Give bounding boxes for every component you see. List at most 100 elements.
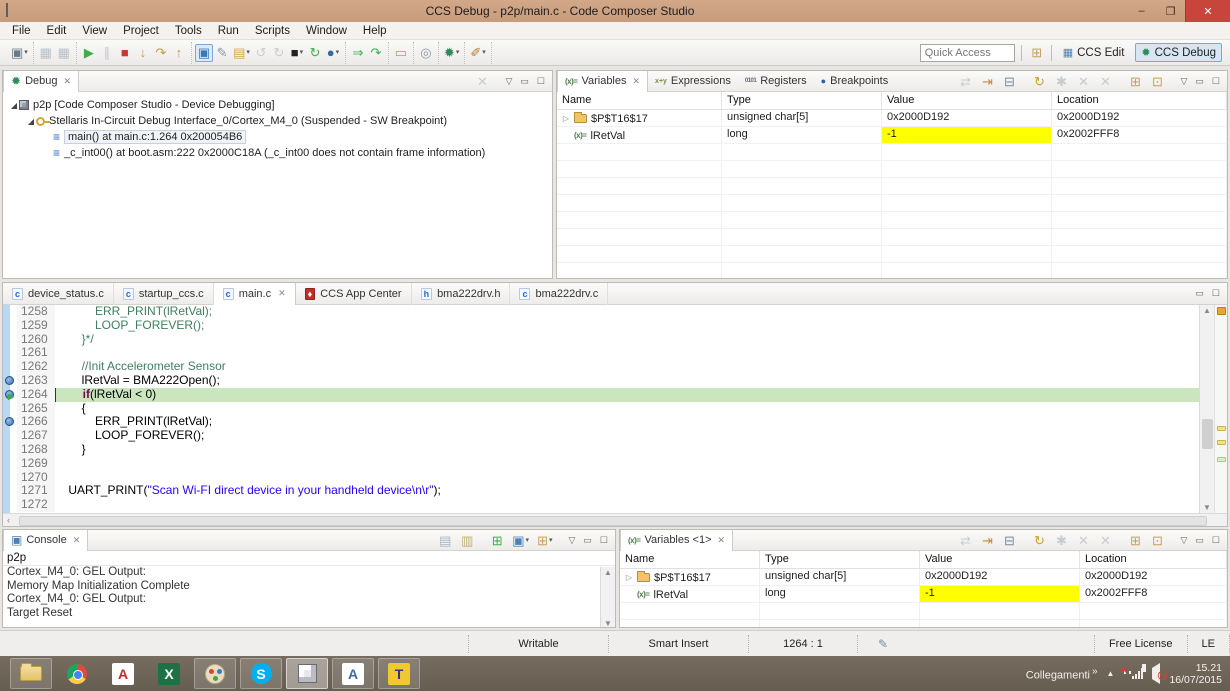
menu-help[interactable]: Help	[355, 25, 395, 37]
dropdown-arrow-icon[interactable]: ▾	[246, 49, 250, 56]
breakpoint-gutter[interactable]	[3, 484, 17, 498]
quick-access-input[interactable]	[919, 43, 1015, 62]
collapse-all-icon[interactable]: ⊟	[1000, 531, 1018, 549]
overview-ruler[interactable]	[1214, 305, 1227, 513]
code-line[interactable]: 1267 LOOP_FOREVER();	[3, 428, 1199, 443]
ruler-mark-yellow[interactable]	[1217, 440, 1226, 446]
dropdown-arrow-icon[interactable]: ▾	[456, 49, 460, 56]
close-icon[interactable]: ✕	[278, 288, 286, 299]
pin-view-icon[interactable]: ⊡	[1148, 531, 1166, 549]
menu-tools[interactable]: Tools	[167, 25, 210, 37]
debug-tree-item[interactable]: ≡ _c_int00() at boot.asm:222 0x2000C18A (…	[3, 145, 552, 161]
expand-arrow-icon[interactable]: ◢	[26, 117, 36, 126]
editor-tab-bma222drv-c[interactable]: c bma222drv.c	[510, 283, 609, 305]
add-global-icon[interactable]: ⇥	[978, 531, 996, 549]
open-perspective-icon[interactable]: ⊞	[1028, 44, 1046, 62]
dropdown-arrow-icon[interactable]: ▾	[549, 537, 553, 544]
dropdown-arrow-icon[interactable]: ▾	[482, 49, 486, 56]
scroll-down-icon[interactable]: ▼	[1200, 503, 1214, 512]
debug-tree-item[interactable]: ≡ main() at main.c:1.264 0x200054B6	[3, 129, 552, 145]
dropdown-arrow-icon[interactable]: ▾	[336, 49, 340, 56]
close-icon[interactable]: ✕	[63, 76, 71, 87]
taskbar-writer[interactable]: A	[332, 658, 374, 689]
save-icon[interactable]: ▦	[37, 44, 55, 62]
debug-tree-item[interactable]: ◢ p2p [Code Composer Studio - Device Debu…	[3, 97, 552, 113]
column-header-type[interactable]: Type	[722, 92, 882, 109]
expand-arrow-icon[interactable]: ◢	[9, 101, 19, 110]
options-icon[interactable]: ✱	[1052, 72, 1070, 90]
perspective-ccs-debug[interactable]: ✹ CCS Debug	[1135, 43, 1222, 62]
refresh-icon[interactable]: ↻	[1030, 531, 1048, 549]
breakpoint-gutter[interactable]	[3, 443, 17, 457]
breakpoints-menu-icon[interactable]: ✹ ▾	[442, 44, 461, 62]
maximize-view-icon[interactable]: ☐	[598, 535, 610, 546]
dropdown-arrow-icon[interactable]: ▾	[526, 537, 530, 544]
tab-variables-1[interactable]: (x)= Variables <1> ✕	[620, 530, 734, 551]
code-line[interactable]: 1269	[3, 456, 1199, 471]
code-line[interactable]: 1270	[3, 470, 1199, 485]
scroll-down-icon[interactable]: ▼	[601, 619, 615, 627]
view-menu-icon[interactable]: ▽	[1178, 76, 1189, 87]
breakpoint-gutter[interactable]	[3, 374, 17, 388]
code-text[interactable]: ERR_PRINT(lRetVal);	[55, 414, 1199, 429]
column-header-location[interactable]: Location	[1080, 551, 1227, 568]
tab-expressions[interactable]: x+y Expressions	[648, 71, 738, 92]
tab-debug[interactable]: ✹ Debug ✕	[3, 71, 80, 92]
maximize-view-icon[interactable]: ☐	[535, 76, 547, 87]
code-line[interactable]: 1258 ERR_PRINT(lRetVal);	[3, 305, 1199, 319]
menu-project[interactable]: Project	[115, 25, 167, 37]
expand-arrow-icon[interactable]: ▷	[625, 573, 633, 582]
code-text[interactable]: }*/	[55, 332, 1199, 347]
scroll-up-icon[interactable]: ▲	[601, 568, 615, 577]
tab-console[interactable]: ▣ Console ✕	[3, 530, 89, 551]
code-text[interactable]: //Init Accelerometer Sensor	[55, 359, 1199, 374]
expand-arrow-icon[interactable]: ▷	[562, 114, 570, 123]
minimize-view-icon[interactable]: ▭	[581, 535, 594, 546]
close-icon[interactable]: ✕	[73, 535, 81, 546]
resume-icon[interactable]: ▶	[80, 44, 98, 62]
remove-all-icon[interactable]: ✕	[1096, 531, 1114, 549]
minimize-view-icon[interactable]: ▭	[518, 76, 531, 87]
code-text[interactable]	[55, 346, 1199, 360]
table-row[interactable]: (x)= lRetVal long -1 0x2002FFF8	[620, 586, 1227, 603]
refresh-icon[interactable]: ↻	[1030, 72, 1048, 90]
suspend-icon[interactable]: ∥	[98, 44, 116, 62]
console-scrollbar[interactable]: ▲ ▼	[600, 567, 615, 627]
table-row[interactable]: (x)= lRetVal long -1 0x2002FFF8	[557, 127, 1227, 144]
column-header-name[interactable]: Name	[620, 551, 760, 568]
breakpoint-icon[interactable]	[5, 417, 14, 427]
refresh-icon[interactable]: ↻	[306, 44, 324, 62]
breakpoint-gutter[interactable]	[3, 415, 17, 429]
pin-view-icon[interactable]: ⊡	[1148, 72, 1166, 90]
editor-tab-bma222drv-h[interactable]: h bma222drv.h	[412, 283, 511, 305]
code-text[interactable]	[55, 471, 1199, 485]
breakpoint-gutter[interactable]: ▶	[3, 388, 17, 402]
tab-breakpoints[interactable]: ● Breakpoints	[814, 71, 896, 92]
close-icon[interactable]: ✕	[718, 535, 726, 546]
new-file-icon[interactable]: ▣ ▾	[9, 44, 30, 62]
restart-icon[interactable]: ↺	[252, 44, 270, 62]
breakpoint-gutter[interactable]	[3, 471, 17, 485]
view-menu-icon[interactable]: ▽	[503, 76, 514, 87]
code-text[interactable]	[55, 457, 1199, 471]
code-text[interactable]: ERR_PRINT(lRetVal);	[55, 305, 1199, 319]
maximize-view-icon[interactable]: ☐	[1210, 76, 1222, 87]
new-window-icon[interactable]: ⊞	[1126, 531, 1144, 549]
debug-config-icon[interactable]: ✎	[213, 44, 231, 62]
asm-step-into-icon[interactable]: ⇒	[349, 44, 367, 62]
maximize-view-icon[interactable]: ☐	[1210, 535, 1222, 546]
code-text[interactable]: }	[55, 442, 1199, 457]
breakpoint-gutter[interactable]	[3, 305, 17, 319]
minimize-view-icon[interactable]: ▭	[1193, 76, 1206, 87]
reset-icon[interactable]: ↻	[270, 44, 288, 62]
scroll-up-icon[interactable]: ▲	[1200, 306, 1214, 315]
column-header-value[interactable]: Value	[882, 92, 1052, 109]
breakpoint-gutter[interactable]	[3, 319, 17, 333]
debug-tree-item[interactable]: ◢ Stellaris In-Circuit Debug Interface_0/…	[3, 113, 552, 129]
column-header-type[interactable]: Type	[760, 551, 920, 568]
options-icon[interactable]: ✱	[1052, 531, 1070, 549]
breakpoint-gutter[interactable]	[3, 360, 17, 374]
dropdown-arrow-icon[interactable]: ▾	[300, 49, 304, 56]
table-row[interactable]: ▷ $P$T16$17 unsigned char[5] 0x2000D192 0x20…	[620, 569, 1227, 586]
minimize-button[interactable]: –	[1127, 0, 1156, 22]
